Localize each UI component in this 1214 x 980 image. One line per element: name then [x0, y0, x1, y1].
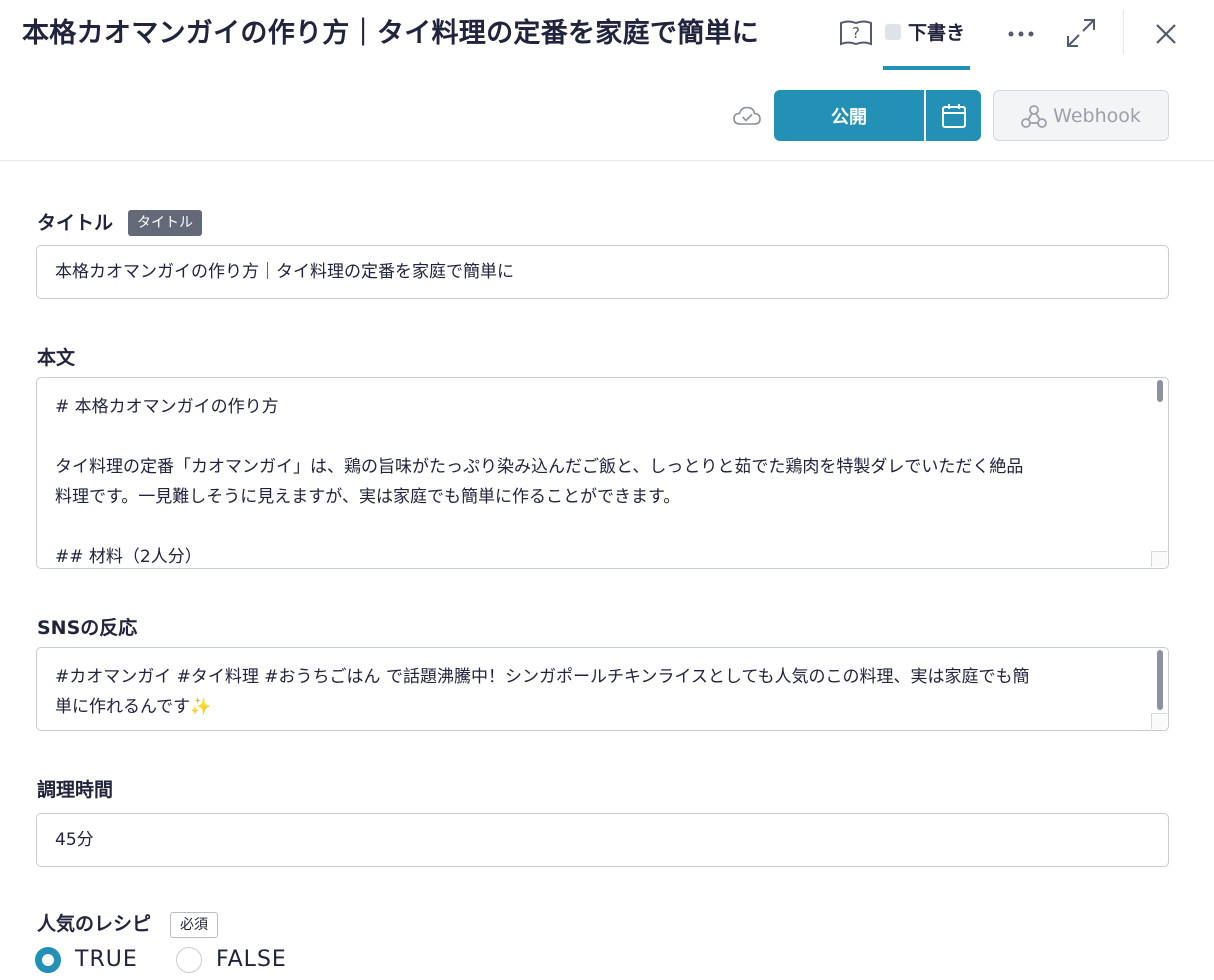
body-line — [55, 422, 1128, 452]
more-horizontal-icon[interactable] — [1003, 18, 1039, 50]
sns-line: #カオマンガイ #タイ料理 #おうちごはん で話題沸騰中！シンガポールチキンライ… — [55, 667, 1030, 687]
help-book-icon[interactable]: ? — [838, 17, 874, 49]
resize-handle[interactable] — [1151, 713, 1167, 729]
webhook-button[interactable]: Webhook — [993, 90, 1169, 141]
body-line: # 本格カオマンガイの作り方 — [55, 397, 279, 417]
webhook-label: Webhook — [1053, 104, 1141, 127]
status-label: 下書き — [908, 22, 966, 44]
resize-handle[interactable] — [1151, 551, 1167, 567]
status-tab-draft[interactable]: 下書き — [883, 14, 970, 70]
title-input[interactable]: 本格カオマンガイの作り方｜タイ料理の定番を家庭で簡単に — [36, 245, 1169, 299]
publish-button[interactable]: 公開 — [774, 90, 924, 141]
sns-line: 単に作れるんです✨ — [55, 697, 212, 717]
required-badge: 必須 — [170, 912, 218, 938]
body-line — [55, 512, 1128, 542]
header-divider — [1123, 10, 1124, 54]
cook-time-field-label: 調理時間 — [37, 779, 114, 801]
body-field-label: 本文 — [37, 347, 76, 369]
svg-text:?: ? — [852, 24, 860, 42]
close-icon[interactable] — [1148, 16, 1184, 52]
schedule-publish-button[interactable] — [926, 90, 981, 141]
page-title: 本格カオマンガイの作り方｜タイ料理の定番を家庭で簡単に — [22, 18, 760, 49]
calendar-icon — [941, 103, 966, 128]
cook-time-input[interactable]: 45分 — [36, 813, 1169, 867]
expand-icon[interactable] — [1063, 15, 1099, 51]
body-scrollbar[interactable] — [1157, 380, 1163, 402]
radio-true-label: TRUE — [75, 947, 138, 972]
radio-checked-icon — [35, 947, 61, 973]
title-field-label: タイトル — [37, 212, 114, 234]
radio-false[interactable]: FALSE — [176, 946, 287, 974]
radio-false-label: FALSE — [216, 947, 287, 972]
content-editor-panel: 本格カオマンガイの作り方｜タイ料理の定番を家庭で簡単に ? 下書き 公開 Web… — [0, 0, 1214, 980]
cloud-check-icon — [732, 104, 762, 128]
editor-header: 本格カオマンガイの作り方｜タイ料理の定番を家庭で簡単に ? 下書き 公開 Web… — [0, 0, 1214, 161]
sns-field-label: SNSの反応 — [37, 617, 138, 639]
radio-unchecked-icon — [176, 947, 202, 973]
body-line: 料理です。一見難しそうに見えますが、実は家庭でも簡単に作ることができます。 — [55, 487, 681, 507]
body-line: ## 材料（2人分） — [55, 547, 202, 567]
body-textarea[interactable]: # 本格カオマンガイの作り方 タイ料理の定番「カオマンガイ」は、鶏の旨味がたっぷ… — [36, 377, 1169, 569]
radio-true[interactable]: TRUE — [35, 946, 138, 974]
body-line: タイ料理の定番「カオマンガイ」は、鶏の旨味がたっぷり染み込んだご飯と、しっとりと… — [55, 457, 1024, 477]
webhook-icon — [1021, 104, 1048, 128]
status-indicator — [885, 24, 901, 40]
field-type-badge: タイトル — [128, 210, 202, 236]
sns-scrollbar[interactable] — [1157, 650, 1163, 710]
popular-field-label: 人気のレシピ — [37, 913, 152, 935]
sns-textarea[interactable]: #カオマンガイ #タイ料理 #おうちごはん で話題沸騰中！シンガポールチキンライ… — [36, 647, 1169, 731]
